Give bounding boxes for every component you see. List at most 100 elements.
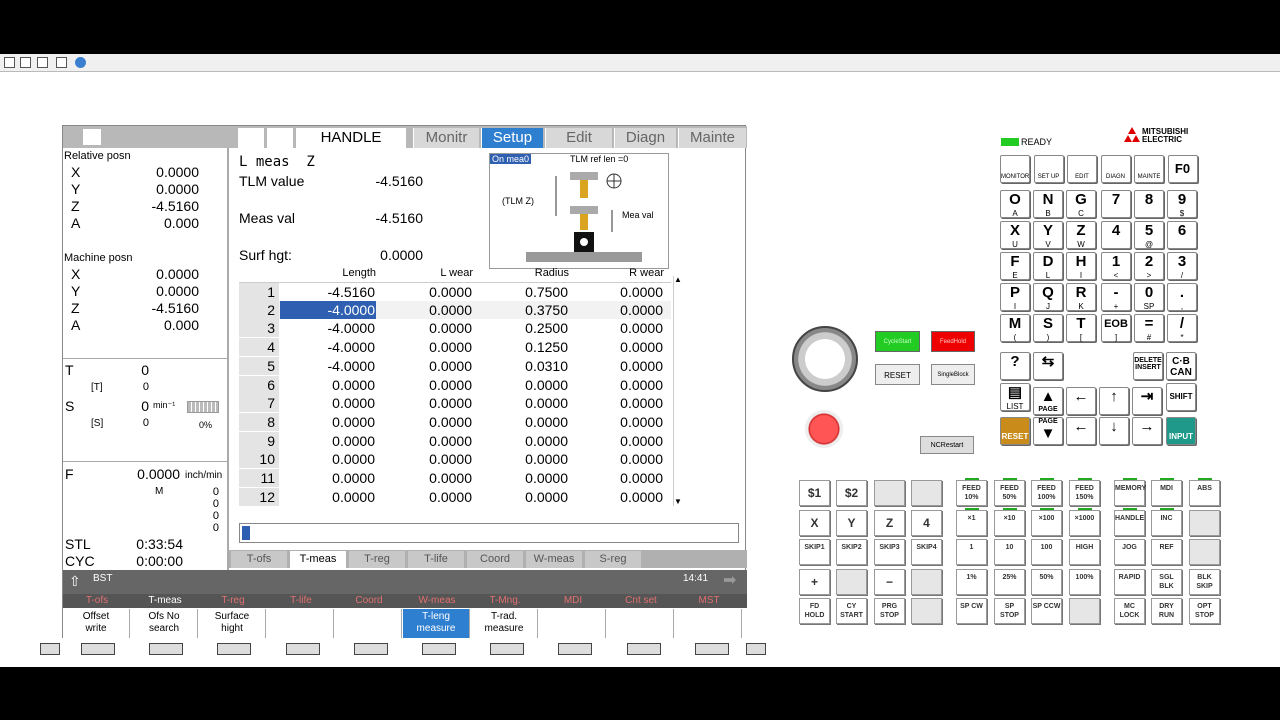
table-cell[interactable]: 0.0000 [584,450,664,468]
key-3[interactable]: 3/ [1167,252,1197,280]
panel-btn-blank[interactable] [911,598,942,624]
window-icon[interactable] [56,57,67,68]
menu-button-7[interactable] [490,643,525,655]
prev-menu-button[interactable] [40,643,60,655]
panel-btn-50-[interactable]: 50% [1031,568,1062,595]
panel-btn-sgl-blk[interactable]: SGL BLK [1151,568,1182,595]
key-q[interactable]: QJ [1033,283,1063,311]
delete-insert-key[interactable]: DELETE INSERT [1133,352,1163,380]
table-cell[interactable]: 0.0000 [489,394,569,412]
key-y[interactable]: YV [1033,221,1063,249]
table-cell[interactable]: 0.0000 [584,338,664,356]
single-block-button[interactable]: SingleBlock [931,364,975,385]
menu-t-mng-[interactable]: T-Mng. [471,595,539,606]
panel-btn-handle[interactable]: HANDLE [1114,507,1145,536]
key-o[interactable]: OA [1000,190,1030,218]
key-5[interactable]: 5 @ [1134,221,1164,249]
table-cell[interactable]: 0.0000 [296,413,376,431]
table-cell[interactable]: 0.2500 [489,319,569,337]
key-s[interactable]: S) [1033,314,1063,342]
panel-btn-fd-hold[interactable]: FD HOLD [799,598,830,624]
softkey-7[interactable]: T-rad. measure [471,609,538,638]
key-2[interactable]: 2 > [1134,252,1164,280]
table-cell[interactable]: 0.7500 [489,283,569,301]
key-0[interactable]: 0 SP [1134,283,1164,311]
key-8[interactable]: 8 [1134,190,1164,218]
func-key-diagn[interactable]: DIAGN [1100,155,1131,183]
tab-edit[interactable]: Edit [545,128,612,148]
menu-button-6[interactable] [422,643,456,655]
table-cell[interactable]: 0.0000 [489,469,569,487]
table-row[interactable]: 8 0.0000 0.0000 0.0000 0.0000 [239,412,671,431]
bottom-tab-t-reg[interactable]: T-reg [349,551,405,568]
panel-btn--1[interactable]: ×1 [956,507,987,536]
table-cell[interactable]: 0.0000 [393,338,473,356]
key-/[interactable]: / * [1167,314,1197,342]
feed-hold-button[interactable]: FeedHold [931,331,975,352]
panel-btn-100[interactable]: 100 [1031,539,1062,565]
bottom-tab-coord[interactable]: Coord [467,551,523,568]
table-row[interactable]: 9 0.0000 0.0000 0.0000 0.0000 [239,431,671,450]
table-cell[interactable]: 0.0000 [584,432,664,450]
bottom-tab-t-ofs[interactable]: T-ofs [231,551,287,568]
softkey-8[interactable] [539,609,606,638]
key-eob[interactable]: EOB] [1101,314,1131,342]
bottom-tab-t-meas[interactable]: T-meas [290,551,346,568]
panel-btn-feed-100-[interactable]: FEED 100% [1031,478,1062,506]
key-m[interactable]: M( [1000,314,1030,342]
table-cell[interactable]: 0.0000 [296,376,376,394]
panel-btn-blank[interactable] [911,480,942,506]
table-cell[interactable]: 0.0000 [393,469,473,487]
panel-btn-10[interactable]: 10 [994,539,1025,565]
panel-btn-memory[interactable]: MEMORY [1114,478,1146,506]
panel-btn--1000[interactable]: ×1000 [1069,507,1100,536]
table-cell[interactable]: 0.1250 [489,338,569,356]
panel-btn-sp-cw[interactable]: SP CW [956,598,987,624]
key-f[interactable]: FE [1000,252,1030,280]
table-cell[interactable]: 0.0000 [584,357,664,375]
softkey-5[interactable] [335,609,402,638]
panel-btn-100-[interactable]: 100% [1069,568,1100,595]
table-cell[interactable]: 0.0000 [393,301,473,319]
table-cell[interactable]: 0.0000 [393,319,473,337]
panel-btn-abs[interactable]: ABS [1189,478,1220,506]
panel-btn-skip1[interactable]: SKIP1 [799,539,830,565]
table-cell[interactable]: 0.0000 [393,394,473,412]
panel-btn-prg-stop[interactable]: PRG STOP [874,598,905,624]
handwheel[interactable] [792,326,858,392]
menu-button-8[interactable] [558,643,593,655]
menu-coord[interactable]: Coord [335,595,403,606]
table-row[interactable]: 12 0.0000 0.0000 0.0000 0.0000 [239,487,671,506]
panel-btn--[interactable]: − [874,568,905,595]
table-row[interactable]: 1 -4.5160 0.0000 0.7500 0.0000 [239,282,671,301]
menu-t-ofs[interactable]: T-ofs [63,595,131,606]
tab-mainte[interactable]: Mainte [678,128,746,148]
panel-btn-x[interactable]: X [799,509,830,536]
arrow-left-key[interactable]: ← [1066,417,1096,445]
func-key-mainte[interactable]: MAINTE [1134,155,1164,183]
softkey-6[interactable]: T-leng measure [403,609,470,638]
menu-button-5[interactable] [353,643,388,655]
table-cell[interactable]: 0.0000 [393,413,473,431]
softkey-9[interactable] [607,609,674,638]
panel-btn-mc-lock[interactable]: MC LOCK [1114,598,1145,624]
compare-key[interactable]: ⇆ [1033,352,1063,380]
table-cell[interactable]: -4.0000 [296,319,376,337]
table-cell[interactable]: 0.0000 [296,432,376,450]
softkey-1[interactable]: Offset write [63,609,130,638]
next-arrow-icon[interactable]: ➡ [723,573,736,589]
func-key-f0[interactable]: F0 [1167,155,1198,183]
table-row[interactable]: 3 -4.0000 0.0000 0.2500 0.0000 [239,319,671,338]
bottom-tab-t-life[interactable]: T-life [408,551,464,568]
panel-btn-blank[interactable] [836,568,867,595]
table-cell[interactable]: 0.0000 [393,432,473,450]
panel-btn-sp-stop[interactable]: SP STOP [994,598,1025,624]
panel-btn-feed-10-[interactable]: FEED 10% [956,478,987,506]
key-z[interactable]: ZW [1066,221,1096,249]
table-cell[interactable]: 0.0000 [584,413,664,431]
menu-cnt-set[interactable]: Cnt set [607,595,675,606]
softkey-2[interactable]: Ofs No search [131,609,198,638]
softkey-10[interactable] [675,609,742,638]
arrow-left-top-key[interactable]: ← [1066,387,1096,415]
key-6[interactable]: 6 [1167,221,1197,249]
